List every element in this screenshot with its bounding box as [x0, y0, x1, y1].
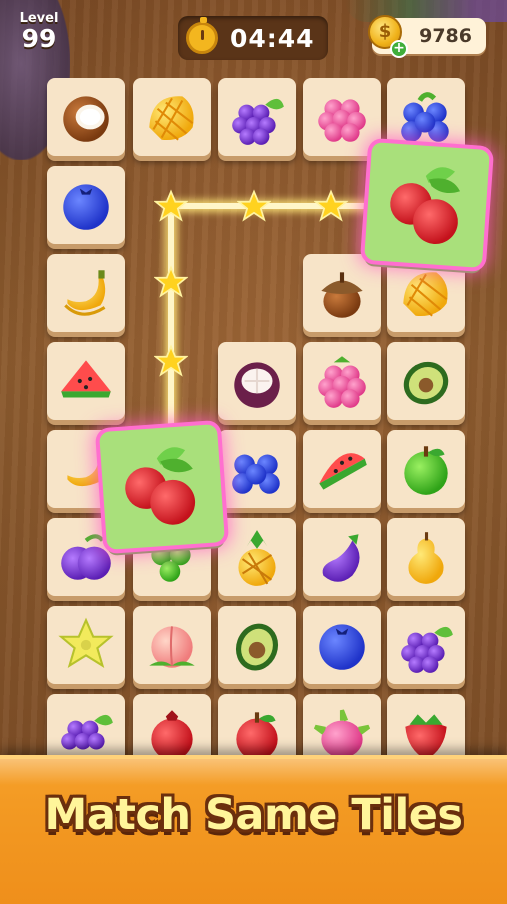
- grapes-icon: [232, 98, 284, 145]
- cranberry-icon: [390, 167, 461, 245]
- tile-banana[interactable]: [47, 254, 125, 332]
- tile-peach[interactable]: [133, 606, 211, 684]
- tile-acorn[interactable]: [303, 254, 381, 332]
- tile-avocado[interactable]: [218, 606, 296, 684]
- mangosteen-icon: [234, 362, 280, 408]
- coconut-icon: [63, 96, 109, 142]
- mango-icon: [149, 96, 194, 141]
- timer-value: 04:44: [230, 23, 315, 53]
- raspberry-icon: [318, 356, 366, 408]
- coin-counter[interactable]: $ + 9786: [368, 15, 486, 58]
- tile-blueberries[interactable]: [218, 430, 296, 508]
- watermelon-icon: [319, 453, 367, 490]
- tile-mango[interactable]: [133, 78, 211, 156]
- tile-grapes[interactable]: [218, 78, 296, 156]
- path-star-icon: [314, 189, 348, 222]
- coin-amount: 9786: [419, 25, 472, 47]
- cranberry-icon: [125, 447, 196, 525]
- tile-pear[interactable]: [387, 518, 465, 596]
- stopwatch-icon: [186, 17, 218, 54]
- pear-icon: [408, 532, 444, 584]
- tile-raspberry[interactable]: [303, 78, 381, 156]
- path-star-icon: [154, 344, 188, 377]
- blueberries-icon: [232, 454, 280, 494]
- level-number: 99: [21, 24, 57, 53]
- level-indicator: Level 99: [14, 12, 64, 52]
- tile-mangosteen[interactable]: [218, 342, 296, 420]
- peach-icon: [149, 626, 195, 668]
- tile-watermelon[interactable]: [303, 430, 381, 508]
- tile-green-apple[interactable]: [387, 430, 465, 508]
- timer-panel: 04:44: [178, 16, 328, 60]
- mango-icon: [403, 272, 448, 317]
- tile-eggplant[interactable]: [303, 518, 381, 596]
- tile-coconut[interactable]: [47, 78, 125, 156]
- grapes-icon: [401, 626, 453, 673]
- tile-avocado[interactable]: [387, 342, 465, 420]
- blueberries-icon: [401, 92, 449, 142]
- tile-blueberry[interactable]: [47, 166, 125, 244]
- green-apple-icon: [404, 446, 448, 495]
- add-coins-button[interactable]: +: [390, 40, 408, 58]
- banana-icon: [64, 270, 106, 316]
- tile-raspberry[interactable]: [303, 342, 381, 420]
- star-fruit-icon: [58, 617, 114, 668]
- blueberry-icon: [319, 624, 365, 670]
- tile-blueberry[interactable]: [303, 606, 381, 684]
- match-path-vertical: [168, 205, 174, 437]
- pineapple-icon: [238, 530, 276, 586]
- tile-grapes[interactable]: [387, 606, 465, 684]
- avocado-icon: [403, 361, 449, 405]
- tile-star-fruit[interactable]: [47, 606, 125, 684]
- tile-cranberry-selected[interactable]: [99, 424, 225, 550]
- avocado-icon: [235, 623, 279, 671]
- tile-watermelon[interactable]: [47, 342, 125, 420]
- raspberry-icon: [318, 99, 366, 142]
- tile-cranberry-selected[interactable]: [364, 142, 490, 268]
- path-star-icon: [154, 265, 188, 298]
- path-star-icon: [154, 189, 188, 222]
- blueberry-icon: [63, 184, 109, 230]
- path-star-icon: [237, 189, 271, 222]
- eggplant-icon: [322, 534, 360, 582]
- tile-pineapple[interactable]: [218, 518, 296, 596]
- banner-title: Match Same Tiles: [44, 790, 463, 840]
- watermelon-icon: [61, 360, 111, 398]
- acorn-icon: [321, 272, 363, 318]
